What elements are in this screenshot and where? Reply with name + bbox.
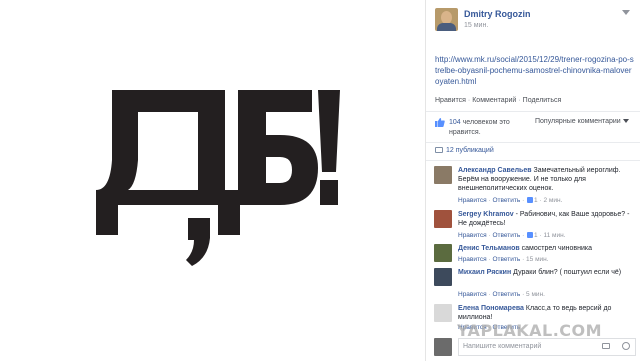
comment-meta: Нравится · Ответить · 15 мин.: [458, 256, 549, 263]
author-name[interactable]: Dmitry Rogozin: [464, 9, 531, 19]
share-icon: [435, 147, 443, 154]
comment-meta: Нравится · Ответить · 1 · 2 мин.: [458, 197, 563, 204]
shares-label: 12 публикаций: [446, 147, 494, 154]
comment-like-count[interactable]: 1: [534, 232, 538, 239]
share-button[interactable]: Поделиться: [523, 97, 562, 104]
comment-time[interactable]: 2 мин.: [543, 197, 562, 204]
comment-input-placeholder: Напишите комментарий: [463, 343, 542, 350]
chevron-down-icon[interactable]: [622, 10, 630, 15]
comment-sort-dropdown[interactable]: Популярные комментарии: [535, 118, 629, 125]
comment-body: Денис Тельманов самострел чиновника: [458, 244, 634, 253]
commenter-avatar[interactable]: [434, 210, 452, 228]
chevron-down-icon: [622, 119, 629, 124]
commenter-name[interactable]: Елена Пономарева: [458, 305, 524, 312]
post-time[interactable]: 15 мин.: [464, 22, 488, 29]
watermark: YAPLAKAL.COM: [457, 321, 603, 340]
separator: [426, 111, 640, 112]
comment-body: Александр Савельев Замечательный иерогли…: [458, 166, 634, 193]
like-button[interactable]: Нравится: [435, 97, 466, 104]
comment-like-link[interactable]: Нравится: [458, 256, 487, 263]
comment-reply-link[interactable]: Ответить: [492, 197, 520, 204]
comment-time[interactable]: 11 мин.: [543, 232, 565, 239]
camera-icon[interactable]: [602, 343, 610, 349]
comment-meta: Нравится · Ответить · 1 · 11 мин.: [458, 232, 566, 239]
comment-time[interactable]: 5 мин.: [526, 291, 545, 298]
thumbs-up-icon: [435, 118, 445, 127]
author-avatar[interactable]: [435, 8, 458, 31]
photo-glyphs: [96, 90, 340, 266]
post-side-panel: Dmitry Rogozin 15 мин. http://www.mk.ru/…: [426, 0, 640, 361]
comment-reply-link[interactable]: Ответить: [492, 291, 520, 298]
comment-time[interactable]: 15 мин.: [526, 256, 549, 263]
commenter-name[interactable]: Sergey Khramov: [458, 211, 514, 218]
comment-body: Елена Пономарева Класс,а то ведь версий …: [458, 304, 634, 322]
commenter-avatar[interactable]: [434, 244, 452, 262]
comment-button[interactable]: Комментарий: [472, 97, 516, 104]
commenter-name[interactable]: Денис Тельманов: [458, 245, 520, 252]
separator: [426, 142, 640, 143]
emoji-icon[interactable]: [622, 342, 630, 350]
comment-like-link[interactable]: Нравится: [458, 197, 487, 204]
sort-label: Популярные комментарии: [535, 118, 621, 125]
comment-body: Михаил Ряскин Дураки блин? ( поштуил есл…: [458, 268, 634, 277]
thumbs-up-icon: [527, 232, 534, 239]
comment-like-link[interactable]: Нравится: [458, 232, 487, 239]
shares-count[interactable]: 12 публикаций: [435, 147, 494, 154]
comment-like-link[interactable]: Нравится: [458, 291, 487, 298]
commenter-name[interactable]: Александр Савельев: [458, 167, 532, 174]
post-link[interactable]: http://www.mk.ru/social/2015/12/29/trene…: [435, 54, 635, 87]
commenter-avatar[interactable]: [434, 166, 452, 184]
comment-body: Sergey Khramov - Рабинович, как Ваше здо…: [458, 210, 634, 228]
user-avatar: [434, 338, 452, 356]
post-photo[interactable]: [0, 0, 425, 361]
comment-meta: Нравится · Ответить · 5 мин.: [458, 291, 545, 298]
comment-reply-link[interactable]: Ответить: [492, 256, 520, 263]
thumbs-up-icon: [527, 197, 534, 204]
commenter-avatar[interactable]: [434, 304, 452, 322]
commenter-avatar[interactable]: [434, 268, 452, 286]
separator: [426, 160, 640, 161]
comment-like-count[interactable]: 1: [534, 197, 538, 204]
likes-count[interactable]: 104: [449, 119, 461, 126]
post-actions: Нравится · Комментарий · Поделиться: [435, 97, 562, 104]
commenter-name[interactable]: Михаил Ряскин: [458, 269, 511, 276]
comment-text: Дураки блин? ( поштуил если чё): [513, 269, 622, 276]
comment-text: самострел чиновника: [521, 245, 592, 252]
likes-text[interactable]: 104 человеком это нравится.: [449, 118, 519, 138]
comment-reply-link[interactable]: Ответить: [492, 232, 520, 239]
